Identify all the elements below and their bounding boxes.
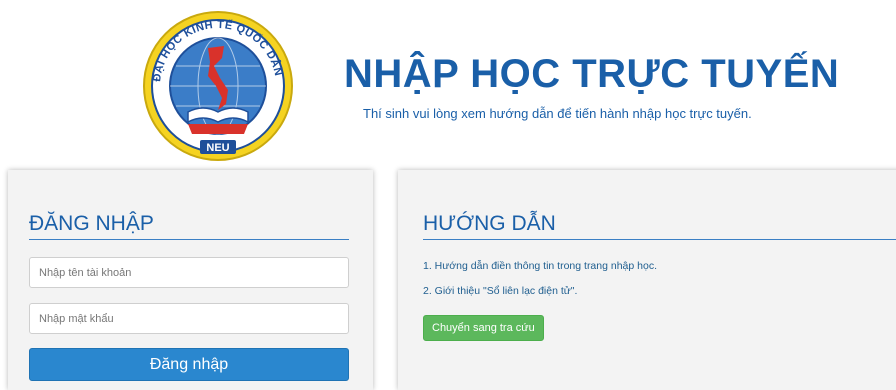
logo-badge: NEU	[206, 142, 229, 154]
login-panel: ĐĂNG NHẬP Đăng nhập	[8, 170, 373, 390]
guide-item-1[interactable]: 1. Hướng dẫn điền thông tin trong trang …	[423, 259, 657, 284]
login-button[interactable]: Đăng nhập	[29, 348, 349, 381]
password-input[interactable]	[29, 303, 349, 334]
guide-panel: HƯỚNG DẪN 1. Hướng dẫn điền thông tin tr…	[398, 170, 896, 390]
login-title: ĐĂNG NHẬP	[29, 212, 154, 235]
guide-item-2[interactable]: 2. Giới thiệu "Sổ liên lạc điện tử".	[423, 284, 657, 309]
guide-divider	[423, 239, 896, 240]
page-subtitle: Thí sinh vui lòng xem hướng dẫn để tiến …	[363, 106, 752, 121]
page-title: NHẬP HỌC TRỰC TUYẾN	[344, 52, 840, 96]
university-logo: ĐẠI HỌC KINH TẾ QUỐC DÂN NEU	[143, 11, 293, 161]
page-header: ĐẠI HỌC KINH TẾ QUỐC DÂN NEU NHẬP HỌC TR…	[0, 0, 896, 170]
guide-title: HƯỚNG DẪN	[423, 212, 556, 235]
login-divider	[29, 239, 349, 240]
username-input[interactable]	[29, 257, 349, 288]
switch-to-lookup-button[interactable]: Chuyển sang tra cứu	[423, 315, 544, 341]
guide-list: 1. Hướng dẫn điền thông tin trong trang …	[423, 259, 657, 309]
